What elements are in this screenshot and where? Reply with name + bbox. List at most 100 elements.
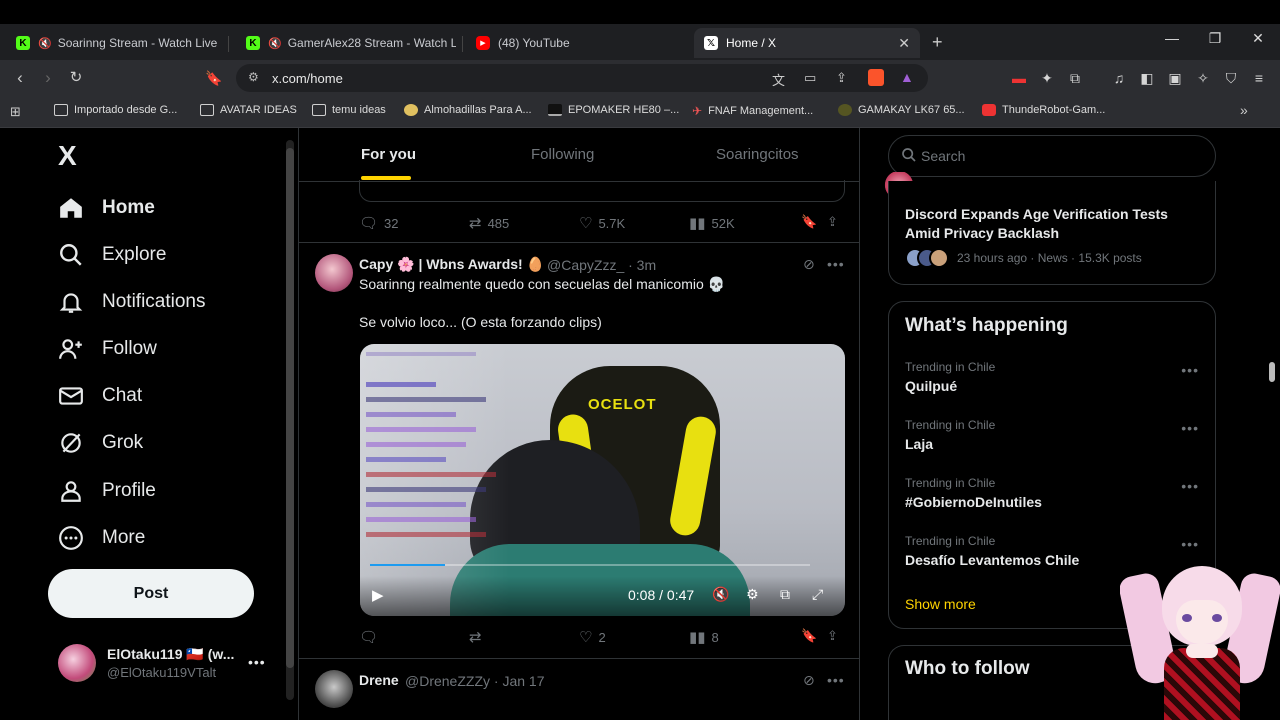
video-player[interactable]: OCELOT ▶ 0:08 / 0:47 🔇 ⚙ ⧉ ⤢ <box>360 344 845 616</box>
post-handle[interactable]: @DreneZZZy · Jan 17 <box>405 673 544 689</box>
tab-home-x[interactable]: 𝕏 Home / X ✕ <box>694 28 920 58</box>
tab-following[interactable]: Following <box>531 146 594 163</box>
sidebar-item-profile[interactable]: Profile <box>56 476 156 506</box>
sidebar-item-more[interactable]: More <box>56 523 145 553</box>
bookmark-icon[interactable]: 🔖 <box>204 68 224 88</box>
bookmark-item[interactable]: GAMAKAY LK67 65... <box>838 104 965 116</box>
like-button[interactable]: ♡ 2 <box>579 628 606 646</box>
share-icon[interactable]: ⇪ <box>836 70 847 86</box>
sidebar-item-follow[interactable]: Follow <box>56 334 157 364</box>
cast-icon[interactable]: ▭ <box>804 70 816 86</box>
translate-icon[interactable]: 文 <box>772 70 785 89</box>
extensions-icon[interactable]: ✦ <box>1038 70 1056 86</box>
brave-shield-icon[interactable] <box>868 69 884 86</box>
apps-grid-icon[interactable]: ⊞ <box>10 104 21 120</box>
sidebar-item-explore[interactable]: Explore <box>56 240 166 270</box>
avatar[interactable] <box>58 644 96 682</box>
reply-button[interactable]: 🗨 32 <box>359 214 399 232</box>
bookmark-item[interactable]: temu ideas <box>312 104 386 116</box>
bookmark-item[interactable]: Importado desde G... <box>54 104 177 116</box>
post-handle[interactable]: @CapyZzz_ · 3m <box>547 257 656 273</box>
back-icon[interactable]: ‹ <box>10 68 30 88</box>
post-more-icon[interactable]: ••• <box>827 672 845 688</box>
x-logo[interactable]: X <box>58 140 77 172</box>
account-more-icon[interactable]: ••• <box>248 654 266 670</box>
bookmark-item[interactable]: AVATAR IDEAS <box>200 104 297 116</box>
reply-button[interactable]: 🗨 <box>359 628 384 646</box>
trend-item[interactable]: Trending in Chile Laja ••• <box>889 412 1215 470</box>
trend-item[interactable]: Trending in Chile #GobiernoDeInutiles ••… <box>889 470 1215 528</box>
leo-ai-icon[interactable]: ✧ <box>1194 70 1212 86</box>
store-icon <box>982 104 996 116</box>
url-field[interactable]: ⚙ x.com/home 文 ▭ ⇪ ▲ <box>236 64 928 92</box>
minimize-icon[interactable]: — <box>1162 30 1182 46</box>
new-tab-button[interactable]: + <box>932 32 943 53</box>
trend-more-icon[interactable]: ••• <box>1181 362 1199 378</box>
pip-icon[interactable]: ⧉ <box>780 586 790 603</box>
trend-more-icon[interactable]: ••• <box>1181 478 1199 494</box>
close-window-icon[interactable]: ✕ <box>1248 30 1268 47</box>
post-author[interactable]: Drene <box>359 672 399 688</box>
muted-icon[interactable]: 🔇 <box>38 37 52 50</box>
bookmark-item[interactable]: ✈ FNAF Management... <box>692 104 813 118</box>
bookmark-item[interactable]: Almohadillas Para A... <box>404 104 532 116</box>
trend-item[interactable]: Trending in Chile Quilpué ••• <box>889 354 1215 412</box>
grok-explain-icon[interactable]: ⊘ <box>803 256 815 273</box>
video-progress-bar[interactable] <box>370 564 810 566</box>
grok-explain-icon[interactable]: ⊘ <box>803 672 815 689</box>
share-post-icon[interactable]: ⇪ <box>827 628 838 644</box>
tab-soarinng[interactable]: K 🔇 Soarinng Stream - Watch Live on <box>6 28 220 58</box>
news-card[interactable]: Discord Expands Age Verification Tests A… <box>888 181 1216 285</box>
mute-icon[interactable]: 🔇 <box>712 586 729 603</box>
bookmark-post-icon[interactable]: 🔖 <box>801 214 817 230</box>
extension-red-icon[interactable]: ▬ <box>1010 70 1028 86</box>
share-post-icon[interactable]: ⇪ <box>827 214 838 230</box>
show-more-link[interactable]: Show more <box>905 596 976 612</box>
like-button[interactable]: ♡ 5.7K <box>579 214 625 232</box>
menu-icon[interactable]: ≡ <box>1250 70 1268 86</box>
tab-for-you[interactable]: For you <box>361 146 416 163</box>
fullscreen-icon[interactable]: ⤢ <box>812 586 823 603</box>
tab-youtube[interactable]: ▶ (48) YouTube <box>466 28 686 58</box>
bell-icon <box>56 287 86 317</box>
vpn-icon[interactable]: ⛉ <box>1222 70 1240 86</box>
restore-icon[interactable]: ❐ <box>1205 30 1225 47</box>
trend-more-icon[interactable]: ••• <box>1181 420 1199 436</box>
tab-gameralex[interactable]: K 🔇 GamerAlex28 Stream - Watch Live <box>236 28 456 58</box>
muted-icon[interactable]: 🔇 <box>268 37 282 50</box>
more-bookmarks-icon[interactable]: » <box>1240 102 1248 118</box>
forward-icon[interactable]: › <box>38 68 58 88</box>
sidebar-scrollbar[interactable] <box>286 140 294 700</box>
site-info-icon[interactable]: ⚙ <box>248 70 259 84</box>
search-input[interactable]: Search <box>888 135 1216 177</box>
close-tab-icon[interactable]: ✕ <box>898 35 910 52</box>
post-more-icon[interactable]: ••• <box>827 256 845 272</box>
quoted-post-tail[interactable] <box>359 180 845 202</box>
views-button[interactable]: ▮▮ 8 <box>689 628 719 646</box>
bookmark-post-icon[interactable]: 🔖 <box>801 628 817 644</box>
repost-button[interactable]: ⇄ 485 <box>469 214 509 232</box>
sidebar-item-home[interactable]: Home <box>56 193 155 223</box>
post-avatar[interactable] <box>315 670 353 708</box>
sidebar-item-chat[interactable]: Chat <box>56 381 142 411</box>
views-button[interactable]: ▮▮ 52K <box>689 214 735 232</box>
wallet-icon[interactable]: ▣ <box>1166 70 1184 86</box>
post-author[interactable]: Capy 🌸 | Wbns Awards! 🥚 <box>359 256 544 273</box>
post-avatar[interactable] <box>315 254 353 292</box>
trend-more-icon[interactable]: ••• <box>1181 536 1199 552</box>
brave-rewards-icon[interactable]: ▲ <box>900 69 914 85</box>
bookmark-item[interactable]: EPOMAKER HE80 –... <box>548 104 679 116</box>
sidebar-icon[interactable]: ◧ <box>1138 70 1156 86</box>
screenshot-icon[interactable]: ⧉ <box>1066 70 1084 86</box>
sidebar-item-notifications[interactable]: Notifications <box>56 287 206 317</box>
settings-icon[interactable]: ⚙ <box>746 586 759 603</box>
sidebar-item-grok[interactable]: Grok <box>56 428 143 458</box>
bookmark-item[interactable]: ThundeRobot-Gam... <box>982 104 1105 116</box>
scrollbar-thumb[interactable] <box>1269 362 1275 382</box>
repost-button[interactable]: ⇄ <box>469 628 488 646</box>
tab-soaringcitos[interactable]: Soaringcitos <box>716 146 799 163</box>
music-icon[interactable]: ♫ <box>1110 70 1128 86</box>
post-button[interactable]: Post <box>48 569 254 618</box>
play-icon[interactable]: ▶ <box>372 586 384 604</box>
reload-icon[interactable]: ↻ <box>66 68 86 88</box>
